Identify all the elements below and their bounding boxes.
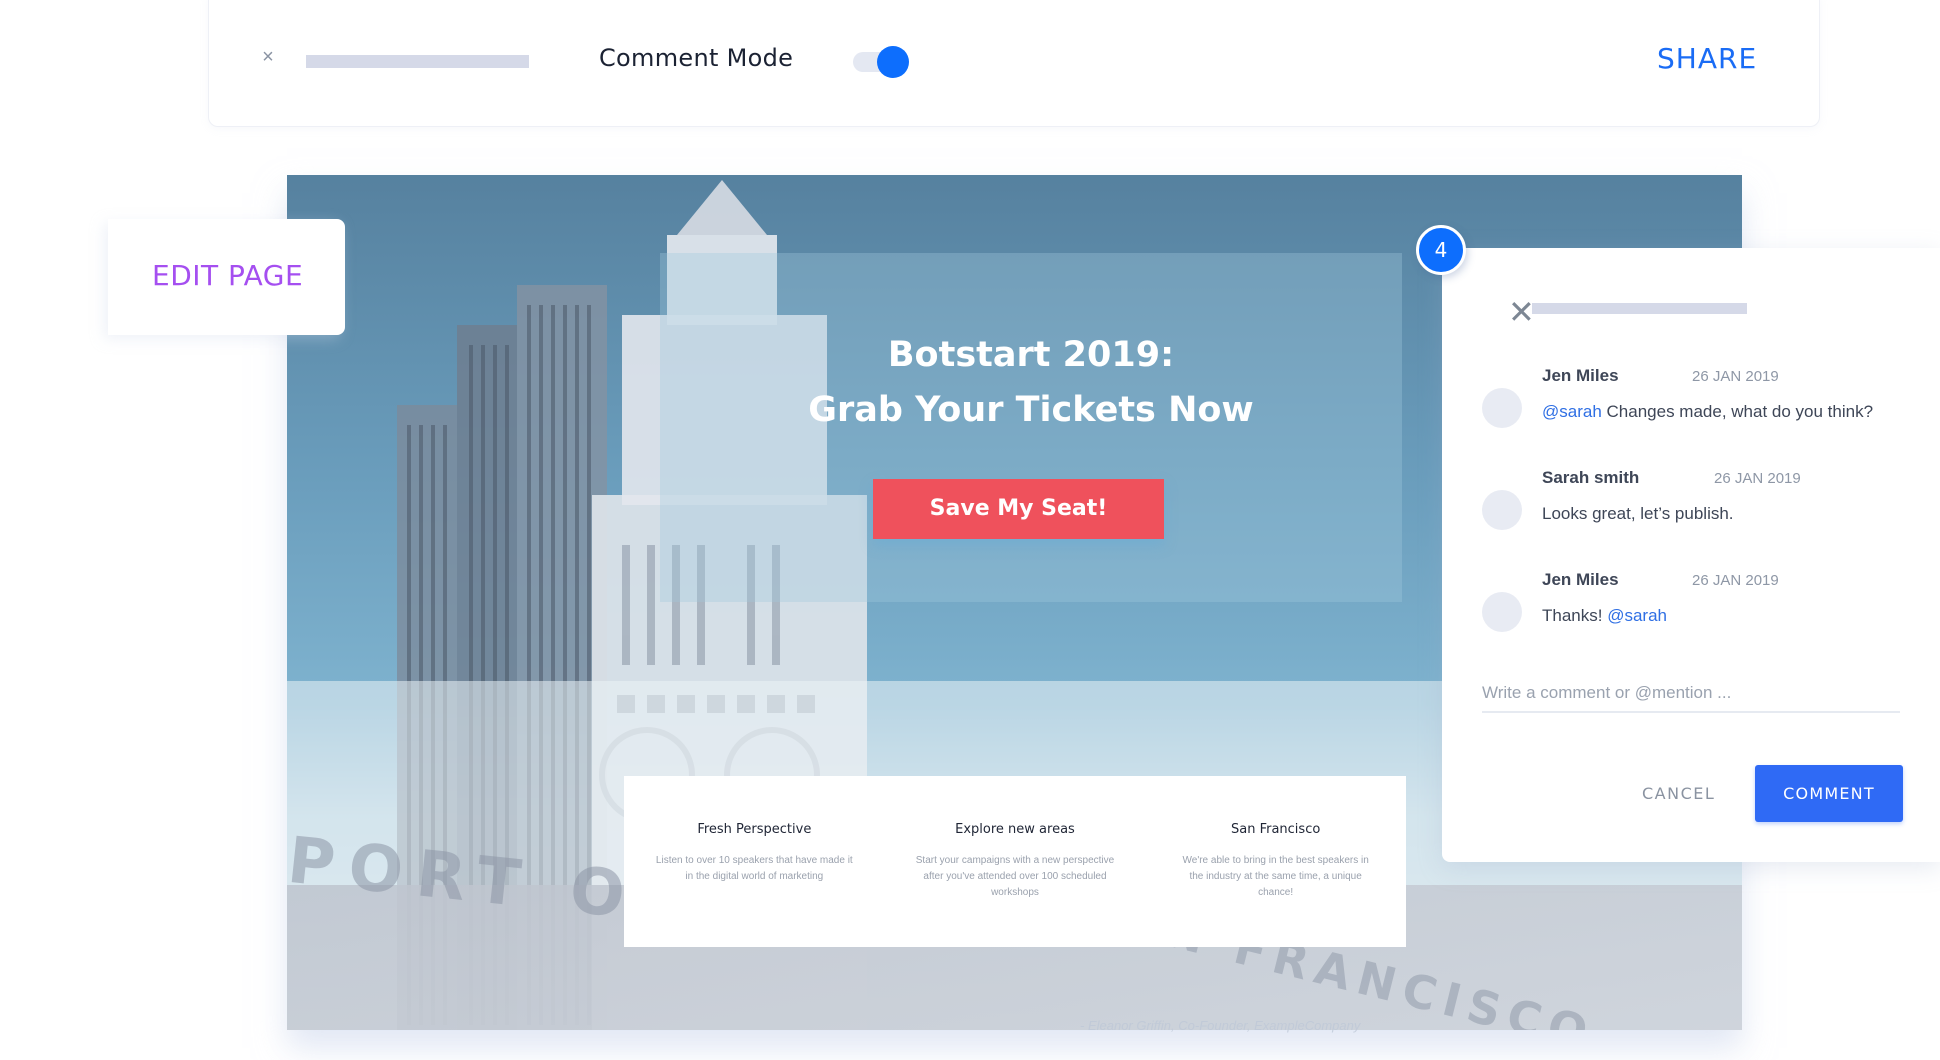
features-card: Fresh Perspective Listen to over 10 spea…	[624, 776, 1406, 947]
comment-date: 26 JAN 2019	[1692, 368, 1779, 385]
comment-body: Looks great, let’s publish.	[1542, 504, 1734, 524]
comment-input[interactable]	[1482, 675, 1900, 713]
comment-author: Sarah smith	[1542, 468, 1640, 487]
comment-body: Thanks! @sarah	[1542, 606, 1667, 626]
comment-text: Thanks!	[1542, 606, 1608, 625]
testimonial-quote: - Eleanor Griffin, Co-Founder, ExampleCo…	[1080, 1018, 1361, 1033]
comment-author: Jen Miles	[1542, 570, 1619, 589]
edit-page-card[interactable]: EDIT PAGE	[108, 219, 345, 335]
title-placeholder-bar	[306, 55, 529, 68]
comment-date: 26 JAN 2019	[1692, 572, 1779, 589]
avatar	[1482, 388, 1522, 428]
hero-headline: Botstart 2019: Grab Your Tickets Now	[660, 328, 1402, 438]
feature-item: Explore new areas Start your campaigns w…	[915, 822, 1115, 947]
feature-title: San Francisco	[1230, 822, 1321, 837]
feature-title: Explore new areas	[955, 822, 1075, 837]
avatar	[1482, 490, 1522, 530]
cancel-button[interactable]: CANCEL	[1642, 784, 1715, 803]
close-icon[interactable]: ✕	[1508, 296, 1535, 328]
headline-line-1: Botstart 2019:	[887, 335, 1175, 375]
comment-author: Jen Miles	[1542, 366, 1619, 385]
close-icon[interactable]: ×	[257, 46, 279, 68]
comment-date: 26 JAN 2019	[1714, 470, 1801, 487]
comment-panel: ✕ Jen Miles 26 JAN 2019 @sarah Changes m…	[1442, 248, 1940, 862]
top-toolbar: × Comment Mode SHARE	[208, 0, 1820, 127]
tower-shape	[677, 180, 767, 235]
feature-item: Fresh Perspective Listen to over 10 spea…	[654, 822, 854, 947]
edit-page-button[interactable]: EDIT PAGE	[152, 259, 303, 292]
feature-title: Fresh Perspective	[697, 822, 812, 837]
panel-title-placeholder-bar	[1532, 303, 1747, 314]
share-button[interactable]: SHARE	[1657, 42, 1757, 75]
headline-box: Botstart 2019: Grab Your Tickets Now Sav…	[660, 253, 1402, 602]
feature-text: Listen to over 10 speakers that have mad…	[655, 855, 853, 882]
feature-text: Start your campaigns with a new perspect…	[915, 855, 1115, 898]
comment-mode-toggle[interactable]	[853, 46, 917, 78]
save-my-seat-button[interactable]: Save My Seat!	[873, 479, 1164, 539]
headline-line-2: Grab Your Tickets Now	[808, 390, 1254, 430]
toggle-knob	[877, 46, 909, 78]
comment-count-badge[interactable]: 4	[1416, 225, 1466, 275]
comment-body: @sarah Changes made, what do you think?	[1542, 402, 1873, 422]
comment-submit-button[interactable]: COMMENT	[1755, 765, 1903, 822]
feature-text: We're able to bring in the best speakers…	[1182, 855, 1369, 898]
comment-mode-label: Comment Mode	[599, 44, 794, 72]
comment-text: Looks great, let’s publish.	[1542, 504, 1734, 523]
mention-link[interactable]: @sarah	[1607, 606, 1667, 625]
avatar	[1482, 592, 1522, 632]
mention-link[interactable]: @sarah	[1542, 402, 1602, 421]
comment-text: Changes made, what do you think?	[1601, 402, 1874, 421]
feature-item: San Francisco We're able to bring in the…	[1176, 822, 1376, 947]
